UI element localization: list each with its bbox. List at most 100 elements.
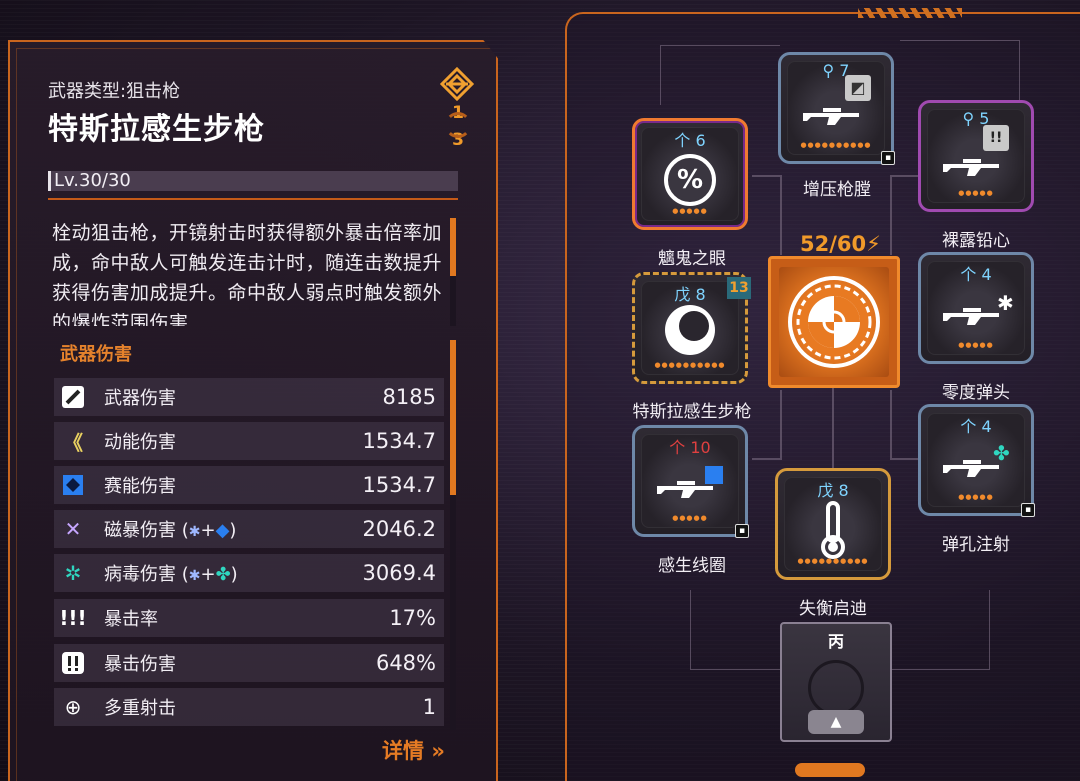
stats-scrollbar[interactable] [450,340,456,730]
sniper-rifle-icon [941,154,1011,180]
stat-label: 赛能伤害 [104,476,176,497]
mod-rank-dots: ●●●●● [672,514,708,522]
lock-icon: ▪ [1021,503,1035,517]
mod-card[interactable]: 个 6 % ●●●●● [632,118,748,230]
stat-value: 8185 [382,385,436,409]
stat-value: 1534.7 [362,429,436,453]
mod-polarity: 个 10 [669,438,711,457]
mod-card[interactable]: ⚲ 5 !! ●●●●● [918,100,1034,212]
description-scrollbar[interactable] [450,218,456,326]
mod-rank-dots: ●●●●● [958,341,994,349]
details-button[interactable]: 详情 » [382,735,445,765]
stat-value: 648% [375,651,436,675]
stat-row-magstorm-damage: ✕ 磁暴伤害 (✱+◆) 2046.2 [54,510,444,548]
magstorm-icon: ✕ [64,517,82,541]
center-weapon-label: 特斯拉感生步枪 [632,402,752,422]
lock-icon: ▪ [881,151,895,165]
stat-value: 1 [422,695,436,719]
crit-chance-icon: % [664,154,716,207]
toxin-icon: ✤ [993,441,1010,465]
mod-name: 增压枪膛 [803,180,871,200]
stat-label: 磁暴伤害 ( [104,520,189,541]
mod-card[interactable]: 戊 8 13 ●●●●●●●●●● [632,272,751,384]
mod-rank-dots: ●●●●● [958,189,994,197]
stat-row-multishot: ⊕ 多重射击 1 [54,688,444,726]
details-label: 详情 [382,739,424,763]
mod-name: 弹孔注射 [942,535,1010,555]
mod-card[interactable]: 个 4 ✤ ●●●●● ▪ [918,404,1035,517]
psi-mini-icon: ◆ [215,520,230,541]
stat-row-psi-damage: 赛能伤害 1534.7 [54,466,444,504]
circuit-trace [890,590,990,670]
cryo-icon: ✱ [188,524,201,540]
mod-rank-dots: ●●●●● [958,493,994,501]
level-text: Lv.30/30 [54,170,131,191]
stat-value: 2046.2 [362,517,436,541]
thermometer-icon [818,501,848,563]
mod-rank-dots: ●●●●● [672,207,708,215]
mod-count-badge: 13 [727,277,751,299]
stat-label-tail: ) [229,520,237,541]
kinetic-icon: 《 [63,430,83,455]
psi-icon [705,466,723,484]
capacity-value: 52/60 [800,232,867,256]
mod-polarity: ⚲ 7 [822,61,850,80]
weapon-type-label: 武器类型:狙击枪 [48,81,181,102]
empty-slot-ring [808,660,864,716]
weapon-name: 特斯拉感生步枪 [48,112,265,147]
cryo-icon: ✱ [188,568,201,584]
crit-icon: !! [983,125,1009,151]
tier-badge: 1 3 [442,104,474,154]
circuit-trace [900,40,1020,100]
weapon-damage-icon [54,378,92,416]
rarity-diamond-icon [440,67,474,101]
circuit-trace [832,388,834,468]
crit-damage-icon [54,644,92,682]
mod-card[interactable]: 个 4 ✱ ●●●●● [918,252,1034,364]
lock-icon: ▪ [735,524,749,538]
stat-label: 病毒伤害 ( [104,564,189,585]
mod-name: 感生线圈 [658,556,726,576]
mod-polarity: 个 4 [960,265,992,284]
stat-label: 暴击伤害 [104,654,176,675]
scroll-indicator[interactable] [795,763,865,777]
mod-card[interactable]: 个 10 ●●●●● ▪ [632,425,749,538]
mod-polarity: ⚲ 5 [962,109,990,128]
cryo-icon: ✱ [997,291,1014,315]
mod-name: 失衡启迪 [799,599,867,619]
mod-name: 裸露铅心 [942,231,1010,251]
stat-row-crit-damage: 暴击伤害 648% [54,644,444,682]
stat-row-weapon-damage: 武器伤害 8185 [54,378,444,416]
mod-rank-dots: ●●●●●●●●●● [654,361,726,369]
stat-row-crit-rate: !!! 暴击率 17% [54,599,444,637]
empty-mod-slot[interactable]: 丙 ▲ [780,622,892,742]
mod-polarity: 个 4 [960,417,992,436]
section-title: 武器伤害 [60,344,132,365]
weapon-core-slot[interactable] [768,256,900,388]
circuit-trace [660,45,780,105]
multishot-icon: ⊕ [64,695,82,719]
stat-label: 多重射击 [104,698,176,719]
stat-row-kinetic-damage: 《 动能伤害 1534.7 [54,422,444,460]
stat-label: 暴击率 [104,609,158,630]
mod-rank-dots: ●●●●●●●●●● [797,557,869,565]
moon-icon [665,305,715,356]
stat-label: 动能伤害 [104,432,176,453]
divider [48,198,458,200]
ammo-pack-icon: ◩ [845,75,871,101]
mod-capacity: 52/60⚡ [800,232,881,256]
double-chevron-right-icon: » [431,739,445,763]
mod-card[interactable]: ⚲ 7 ◩ ●●●●●●●●●● ▪ [778,52,895,165]
sniper-rifle-icon [801,103,871,129]
crit-rate-icon: !!! [59,606,87,630]
virus-icon: ✲ [64,561,82,585]
mod-name: 零度弹头 [942,383,1010,403]
mod-polarity: 个 6 [674,131,706,150]
mod-name: 魑鬼之眼 [658,249,726,269]
lightning-icon: ⚡ [866,232,881,256]
mod-card[interactable]: 戊 8 ●●●●●●●●●● [775,468,891,580]
stat-label-tail: ) [230,564,238,585]
stat-label: 武器伤害 [104,388,176,409]
toxin-mini-icon: ✤ [215,564,231,585]
warning-triangle-icon: ▲ [808,710,864,734]
